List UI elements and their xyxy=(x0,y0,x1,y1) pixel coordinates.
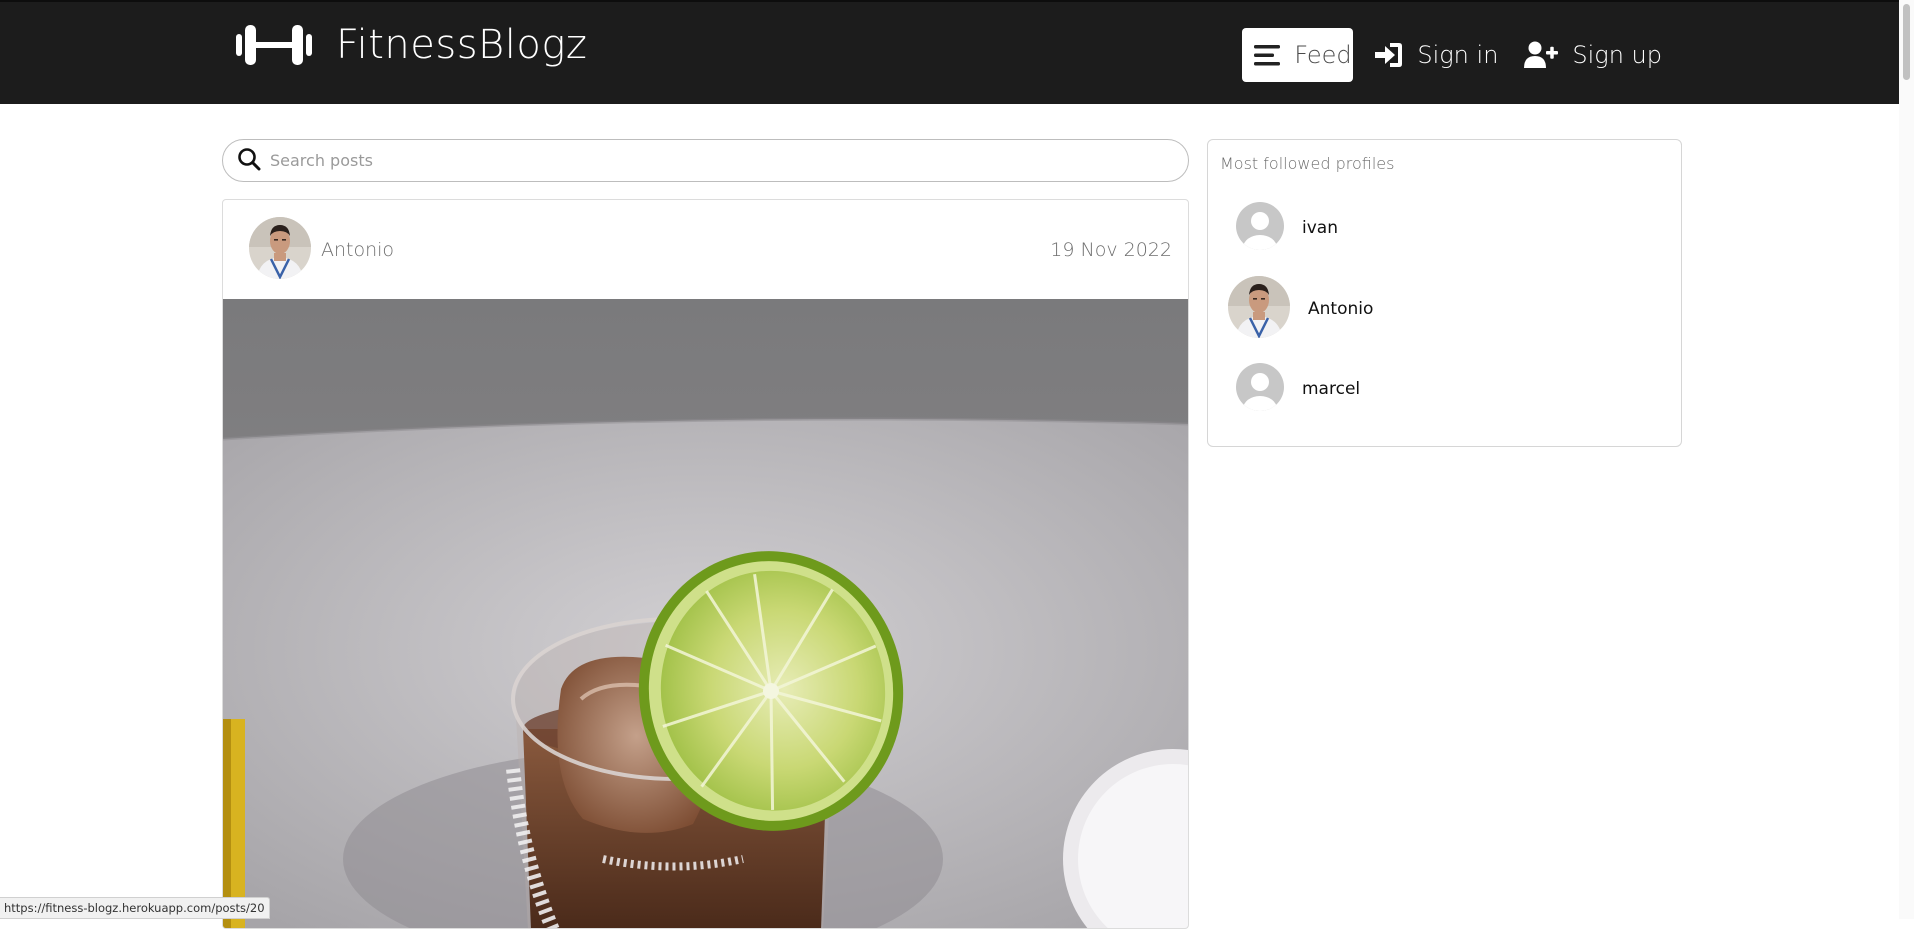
author-avatar xyxy=(249,216,311,283)
brand-name: FitnessBlogz xyxy=(336,22,588,68)
user-plus-icon xyxy=(1524,41,1559,69)
nav-signup-link[interactable]: Sign up xyxy=(1518,28,1668,82)
top-navbar: FitnessBlogz Feed Sign in Sign up xyxy=(0,0,1914,104)
nav-feed-label: Feed xyxy=(1294,41,1352,69)
most-followed-panel: Most followed profiles ivan Antonio marc… xyxy=(1207,139,1682,447)
sidebar-title: Most followed profiles xyxy=(1220,154,1395,173)
profile-name: Antonio xyxy=(1308,299,1374,319)
sign-in-icon xyxy=(1375,42,1403,68)
default-avatar-icon xyxy=(1236,363,1284,415)
post-header: Antonio 19 Nov 2022 xyxy=(223,200,1188,299)
bars-icon xyxy=(1254,44,1281,66)
profile-item-marcel[interactable]: marcel xyxy=(1236,363,1360,415)
profile-item-antonio[interactable]: Antonio xyxy=(1228,276,1373,342)
post-author-name: Antonio xyxy=(321,238,395,261)
post-date: 19 Nov 2022 xyxy=(1050,238,1172,261)
scrollbar-thumb[interactable] xyxy=(1903,4,1910,80)
dumbbell-icon xyxy=(236,20,312,70)
post-card: Antonio 19 Nov 2022 xyxy=(222,199,1189,929)
profile-item-ivan[interactable]: ivan xyxy=(1236,202,1338,254)
nav-links: Feed Sign in Sign up xyxy=(1242,28,1668,82)
profile-name: marcel xyxy=(1302,379,1361,399)
nav-feed-link[interactable]: Feed xyxy=(1242,28,1354,82)
browser-status-url: https://fitness-blogz.herokuapp.com/post… xyxy=(0,897,270,919)
default-avatar-icon xyxy=(1236,202,1284,254)
post-image[interactable] xyxy=(223,299,1188,928)
search-bar xyxy=(222,139,1189,182)
profile-name: ivan xyxy=(1302,218,1338,238)
nav-signup-label: Sign up xyxy=(1572,41,1662,69)
search-input[interactable] xyxy=(270,151,1150,170)
page-scrollbar[interactable] xyxy=(1899,0,1914,919)
brand-link[interactable]: FitnessBlogz xyxy=(236,20,587,70)
search-icon xyxy=(237,147,261,175)
post-author-link[interactable]: Antonio xyxy=(249,216,395,283)
profile-avatar xyxy=(1228,276,1290,342)
nav-signin-label: Sign in xyxy=(1417,41,1499,69)
nav-signin-link[interactable]: Sign in xyxy=(1369,28,1504,82)
